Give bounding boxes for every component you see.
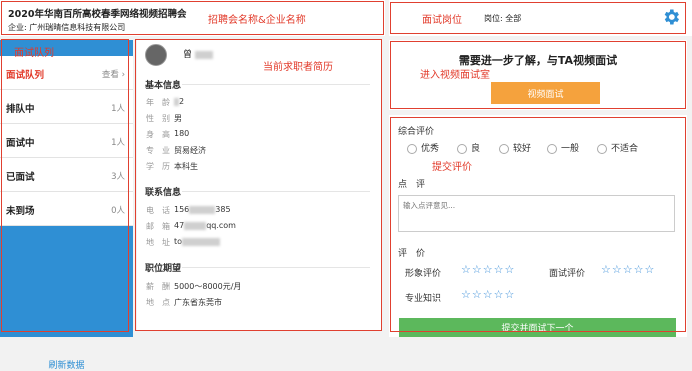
annotation-submit-eval: 提交评价: [432, 162, 472, 173]
annotation-video-room: 进入视频面试室: [420, 70, 490, 81]
annotation-fair-company: 招聘会名称&企业名称: [208, 15, 306, 26]
refresh-button[interactable]: 刷新数据: [0, 358, 133, 371]
annotation-box: [135, 39, 382, 331]
annotation-box: [1, 39, 129, 332]
annotation-resume: 当前求职者简历: [263, 62, 333, 73]
annotation-position: 面试岗位: [422, 15, 462, 26]
annotation-queue: 面试队列: [14, 48, 54, 59]
annotation-box: [390, 117, 686, 332]
annotation-box: [1, 1, 384, 35]
